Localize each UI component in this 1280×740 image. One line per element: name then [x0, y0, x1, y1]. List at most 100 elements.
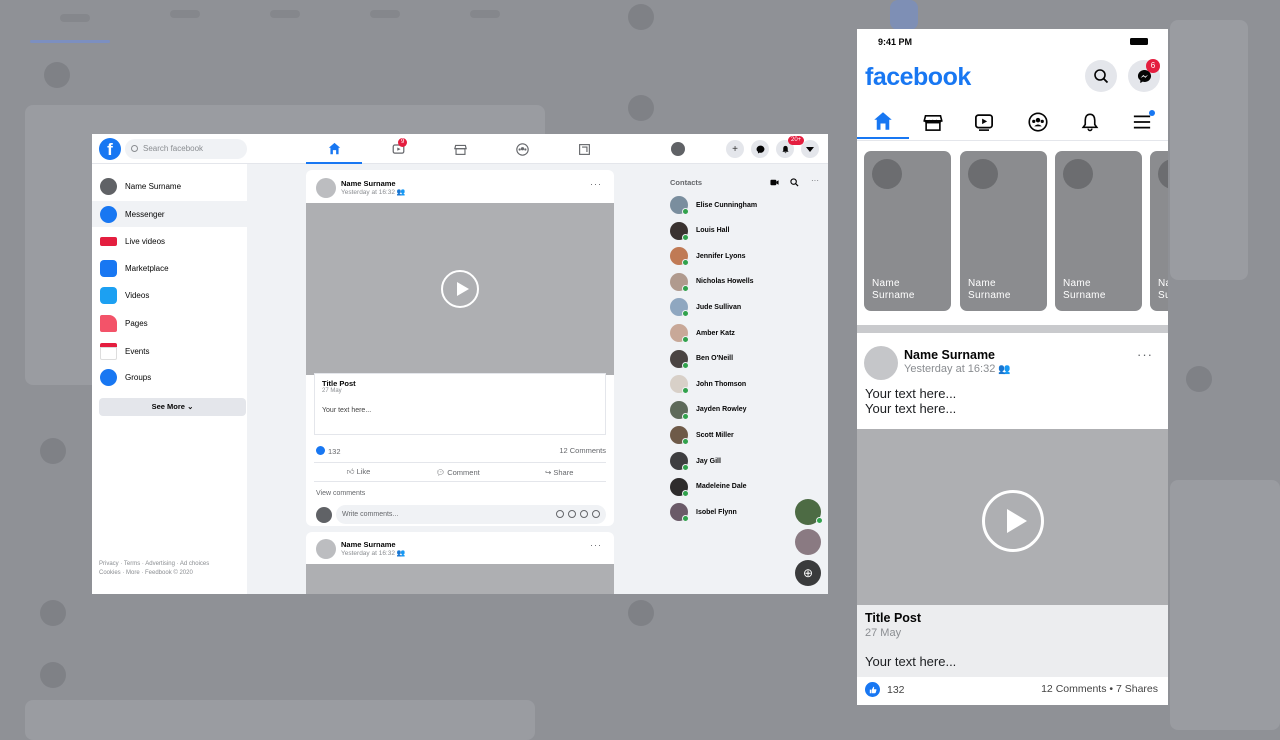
contact-item[interactable]: Nicholas Howells [670, 271, 820, 293]
nav-home[interactable] [306, 134, 362, 164]
create-button[interactable]: + [726, 140, 744, 158]
sidebar-item-messenger[interactable]: Messenger [92, 201, 247, 227]
messenger-button[interactable] [751, 140, 769, 158]
avatar [670, 477, 689, 497]
story-card[interactable]: Name Surname [1055, 151, 1142, 311]
story-author: Name Surname [872, 278, 915, 302]
facebook-logo-icon[interactable]: f [99, 138, 121, 160]
footer-line[interactable]: Cookies · More · Feedbook © 2020 [99, 569, 244, 578]
tab-groups[interactable] [1012, 105, 1064, 139]
post-author[interactable]: Name Surname [904, 348, 995, 362]
post-options-icon[interactable]: ··· [590, 540, 602, 550]
sidebar-item-profile[interactable]: Name Surname [92, 173, 247, 199]
story-card[interactable]: Name Surname [864, 151, 951, 311]
chat-head-avatar[interactable] [795, 499, 823, 525]
camera-icon[interactable] [568, 510, 576, 518]
videos-icon [100, 286, 117, 304]
post-author[interactable]: Name Surname [341, 540, 396, 549]
post-options-icon[interactable]: ··· [1137, 347, 1153, 362]
contact-item[interactable]: John Thomson [670, 373, 820, 395]
likes-count[interactable]: 132 [865, 682, 905, 697]
facebook-logo[interactable]: facebook [865, 63, 971, 92]
avatar[interactable] [864, 346, 898, 380]
sidebar-item-live-videos[interactable]: Live videos [92, 228, 247, 254]
sticker-icon[interactable] [592, 510, 600, 518]
emoji-icon[interactable] [556, 510, 564, 518]
contact-item[interactable]: Amber Katz [670, 322, 820, 344]
profile-avatar[interactable] [671, 142, 685, 156]
contact-item[interactable]: Jude Sullivan [670, 296, 820, 318]
bg-shape [30, 40, 110, 43]
see-more-button[interactable]: See More ⌄ [99, 398, 246, 416]
online-indicator [682, 233, 689, 241]
contact-item[interactable]: Ben O'Neill [670, 348, 820, 370]
plus-icon: + [732, 143, 738, 155]
tab-menu[interactable] [1116, 105, 1168, 139]
tab-watch[interactable] [958, 105, 1010, 139]
contact-item[interactable]: Jay Gill [670, 450, 820, 472]
contact-item[interactable]: Madeleine Dale [670, 476, 820, 498]
groups-icon [1028, 112, 1048, 132]
new-message-button[interactable]: ⊕ [795, 560, 821, 586]
nav-groups[interactable] [494, 134, 550, 164]
sidebar-item-events[interactable]: Events [92, 338, 247, 364]
video-thumbnail[interactable] [857, 429, 1168, 605]
video-thumbnail[interactable] [306, 203, 614, 375]
nav-marketplace[interactable] [432, 134, 488, 164]
avatar[interactable] [316, 178, 336, 198]
post-options-icon[interactable]: ··· [590, 179, 602, 189]
post-text-box: Title Post 27 May Your text here... [314, 373, 606, 435]
messenger-icon [756, 145, 764, 153]
contact-name: Jennifer Lyons [696, 252, 746, 260]
messenger-badge: 6 [1146, 59, 1160, 73]
post-body: Your text here... [865, 654, 957, 669]
play-icon[interactable] [441, 270, 479, 308]
comment-button[interactable]: 💬︎ Comment [436, 468, 480, 477]
search-input[interactable]: Search facebook [125, 139, 247, 159]
avatar [1063, 159, 1093, 189]
story-card[interactable]: Name Surname [960, 151, 1047, 311]
contact-item[interactable]: Elise Cunningham [670, 194, 820, 216]
search-button[interactable] [1085, 60, 1117, 92]
contact-name: Elise Cunningham [696, 201, 758, 209]
contact-item[interactable]: Jennifer Lyons [670, 245, 820, 267]
comments-count[interactable]: 12 Comments [559, 446, 606, 455]
play-icon[interactable] [982, 490, 1044, 552]
contacts-options-icon[interactable]: ··· [811, 176, 819, 185]
sidebar-item-groups[interactable]: Groups [92, 364, 247, 390]
online-indicator [682, 361, 689, 369]
gif-icon[interactable] [580, 510, 588, 518]
contact-name: Madeleine Dale [696, 483, 747, 491]
view-comments-link[interactable]: View comments [316, 490, 365, 497]
contact-item[interactable]: Jayden Rowley [670, 399, 820, 421]
post-author[interactable]: Name Surname [341, 179, 396, 188]
chevron-down-icon: ⌄ [187, 402, 194, 411]
account-menu-button[interactable] [801, 140, 819, 158]
story-last-name: Su [1158, 290, 1168, 301]
share-button[interactable]: ↪ Share [545, 468, 573, 477]
video-call-icon[interactable] [770, 178, 779, 187]
feed-post: Name Surname Yesterday at 16:32 👥 ··· Ti… [306, 170, 614, 526]
tab-home[interactable] [857, 105, 909, 139]
messenger-icon [100, 205, 117, 223]
sidebar-item-marketplace[interactable]: Marketplace [92, 255, 247, 281]
video-thumbnail[interactable] [306, 564, 614, 594]
comment-input[interactable]: Write comments... [336, 505, 606, 524]
likes-count[interactable]: 132 [328, 447, 341, 456]
mobile-feed-mockup: 9:41 PM facebook 6 Name Surname Name Surna… [857, 29, 1168, 705]
like-button[interactable]: 👍︎ Like [347, 467, 371, 477]
chat-head-avatar[interactable] [795, 529, 821, 555]
nav-gaming[interactable] [556, 134, 612, 164]
story-card[interactable]: NaSu [1150, 151, 1168, 311]
search-icon[interactable] [790, 178, 799, 187]
nav-watch[interactable] [370, 134, 426, 164]
tab-notifications[interactable] [1064, 105, 1116, 139]
tab-marketplace[interactable] [907, 105, 959, 139]
avatar[interactable] [316, 539, 336, 559]
comments-shares-count[interactable]: 12 Comments • 7 Shares [1041, 683, 1158, 695]
footer-line[interactable]: Privacy · Terms · Advertising · Ad choic… [99, 560, 244, 569]
contact-item[interactable]: Scott Miller [670, 424, 820, 446]
sidebar-item-pages[interactable]: Pages [92, 310, 247, 336]
contact-item[interactable]: Louis Hall [670, 220, 820, 242]
sidebar-item-videos[interactable]: Videos [92, 282, 247, 308]
